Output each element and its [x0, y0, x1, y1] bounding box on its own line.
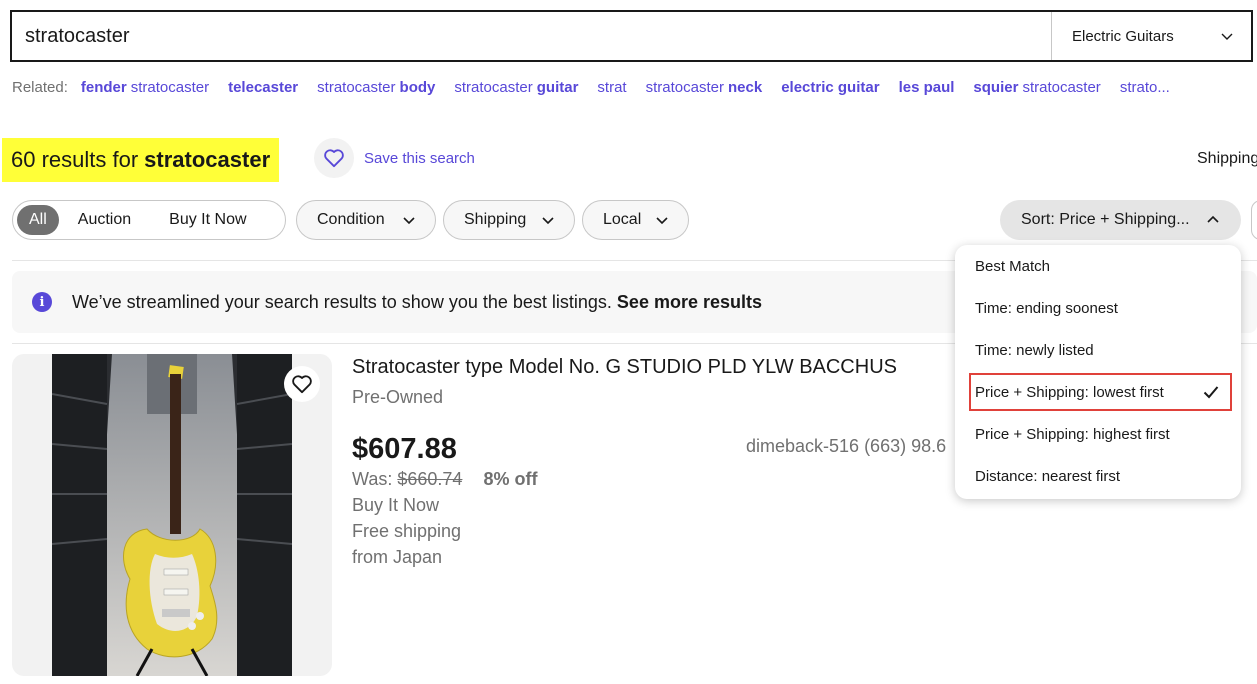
listing-shipping: Free shipping [352, 521, 462, 541]
related-link-bold-text: les paul [898, 79, 955, 96]
condition-filter[interactable]: Condition [296, 200, 436, 240]
sort-option-label: Price + Shipping: highest first [975, 425, 1170, 443]
related-link-light-text: stratocaster [317, 79, 396, 96]
shipping-filter-label: Shipping [464, 211, 527, 228]
was-label: Was: [352, 469, 393, 489]
sort-option[interactable]: Price + Shipping: highest first [955, 414, 1241, 454]
shipping-to[interactable]: Shipping [1197, 150, 1257, 168]
related-link-light-text: stratocaster [645, 79, 724, 96]
related-link-bold-text: electric guitar [781, 79, 880, 96]
related-link[interactable]: stratocaster neck [646, 79, 763, 96]
category-select[interactable]: Electric Guitars [1051, 12, 1251, 60]
local-filter[interactable]: Local [582, 200, 689, 240]
related-link[interactable]: telecaster [228, 79, 298, 96]
related-link[interactable]: stratocaster body [317, 79, 435, 96]
related-links: fender stratocaster telecaster stratocaster… [81, 79, 1189, 96]
sort-label: Sort: Price + Shipping... [1021, 211, 1190, 228]
watch-button[interactable] [284, 366, 320, 402]
related-link-light-text: stratocaster [1022, 79, 1101, 96]
related-link-bold-text: guitar [536, 79, 579, 96]
sort-option-label: Best Match [975, 257, 1051, 275]
checkmark-icon [1203, 386, 1219, 399]
related-link-bold-text: squier [973, 79, 1019, 96]
chevron-down-icon [656, 217, 668, 225]
guitar-image[interactable] [52, 354, 292, 676]
related-link-bold-text: telecaster [228, 79, 299, 96]
listing-price: $607.88 [352, 433, 457, 465]
sort-option[interactable]: Best Match [955, 246, 1241, 286]
view-toggle-edge[interactable] [1251, 200, 1257, 240]
shipping-filter[interactable]: Shipping [443, 200, 575, 240]
sort-button[interactable]: Sort: Price + Shipping... [1000, 200, 1241, 240]
listing-image-container[interactable] [12, 354, 332, 676]
category-label: Electric Guitars [1072, 27, 1174, 45]
sort-option[interactable]: Time: newly listed [955, 330, 1241, 370]
results-count: 60 results for [11, 147, 139, 172]
banner-text: We’ve streamlined your search results to… [72, 291, 612, 312]
related-link-bold-text: neck [727, 79, 763, 96]
listing-format: Buy It Now [352, 495, 440, 515]
heart-button[interactable] [314, 138, 354, 178]
chevron-down-icon [1221, 33, 1233, 40]
related-link-light-text: strato... [1119, 79, 1170, 96]
chevron-down-icon [542, 217, 554, 225]
related-link-bold-text: fender [80, 79, 127, 96]
sort-option-label: Distance: nearest first [975, 467, 1121, 485]
related-link-light-text: strat [597, 79, 627, 96]
segment-buy-it-now[interactable]: Buy It Now [150, 205, 265, 235]
related-link[interactable]: fender stratocaster [81, 79, 209, 96]
heart-icon [292, 375, 312, 394]
info-icon: i [32, 292, 52, 312]
seller-info: dimeback-516 (663) 98.6 [746, 436, 947, 456]
discount: 8% off [483, 469, 538, 489]
results-heading: 60 results for stratocaster [2, 138, 280, 182]
chevron-up-icon [1207, 215, 1219, 223]
was-price: $660.74 [397, 469, 463, 489]
related-searches: Related: fender stratocaster telecaster str… [12, 79, 1257, 96]
listing-was-price: Was: $660.74 8% off [352, 469, 537, 490]
related-link[interactable]: stratocaster guitar [454, 79, 578, 96]
listing-condition: Pre-Owned [352, 387, 444, 407]
see-more-results-link[interactable]: See more results [617, 292, 762, 313]
sort-option-label: Time: newly listed [975, 341, 1094, 359]
search-input[interactable] [12, 12, 1051, 60]
related-link-bold-text: body [399, 79, 436, 96]
related-link[interactable]: squier stratocaster [973, 79, 1100, 96]
segment-auction[interactable]: Auction [59, 205, 150, 235]
sort-option-label: Price + Shipping: lowest first [975, 383, 1164, 401]
save-search-button[interactable]: Save this search [314, 138, 475, 178]
buying-format-segment: All Auction Buy It Now [12, 200, 286, 240]
results-query: stratocaster [144, 147, 271, 172]
related-link-light-text: stratocaster [454, 79, 533, 96]
sort-option[interactable]: Distance: nearest first [955, 456, 1241, 496]
related-link[interactable]: strato... [1120, 79, 1170, 96]
segment-all[interactable]: All [17, 205, 59, 235]
sort-option[interactable]: Time: ending soonest [955, 288, 1241, 328]
sort-option-label: Time: ending soonest [975, 299, 1118, 317]
guitar-photo [52, 354, 292, 676]
local-filter-label: Local [603, 211, 642, 228]
related-link[interactable]: electric guitar [781, 79, 879, 96]
related-link-light-text: stratocaster [130, 79, 210, 96]
condition-filter-label: Condition [317, 211, 385, 228]
related-link[interactable]: strat [597, 79, 626, 96]
sort-option[interactable]: Price + Shipping: lowest first [955, 372, 1241, 412]
sort-menu: Best Match Time: ending soonest Time: newl… [955, 245, 1241, 499]
related-label: Related: [12, 79, 68, 96]
save-search-label: Save this search [364, 149, 475, 167]
search-bar: Electric Guitars [10, 10, 1253, 62]
listing-origin: from Japan [352, 547, 443, 567]
heart-icon [324, 149, 344, 168]
chevron-down-icon [403, 217, 415, 225]
listing-title[interactable]: Stratocaster type Model No. G STUDIO PLD… [352, 356, 897, 379]
related-link[interactable]: les paul [899, 79, 955, 96]
